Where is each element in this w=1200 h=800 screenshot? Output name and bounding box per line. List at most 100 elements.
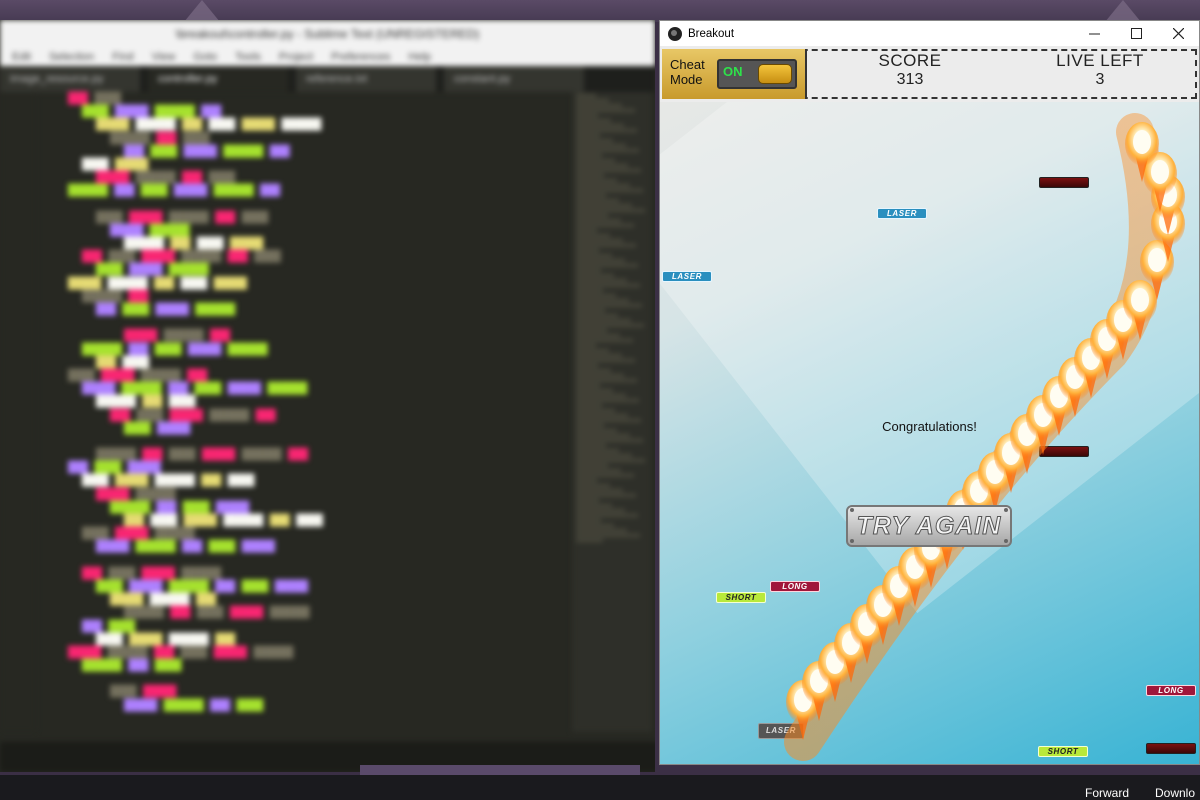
- maximize-icon: [1130, 28, 1142, 39]
- editor-menu[interactable]: Edit Selection Find View Goto Tools Proj…: [0, 48, 655, 66]
- minimap-line: [576, 314, 618, 317]
- breakout-window: Breakout Cheat Mode ON SCORE 313 LIVE LE…: [659, 20, 1200, 765]
- minimap-line: [576, 94, 596, 97]
- code-line: ███ ████ █████ ██████: [96, 303, 242, 316]
- minimap-line: [576, 399, 639, 402]
- minimize-icon: [1088, 33, 1100, 35]
- menu-item[interactable]: Edit: [12, 51, 31, 63]
- minimap-line: [576, 289, 603, 292]
- forward-link[interactable]: Forward: [1085, 786, 1129, 800]
- minimap-line: [576, 109, 635, 112]
- minimize-button[interactable]: [1073, 21, 1115, 46]
- minimap-line: [576, 389, 613, 392]
- minimap-line: [576, 379, 637, 382]
- cheat-mode-toggle[interactable]: ON: [717, 59, 797, 89]
- menu-item[interactable]: Find: [112, 51, 133, 63]
- minimap-line: [576, 154, 602, 157]
- score-value: 313: [896, 71, 924, 88]
- menu-item[interactable]: Help: [408, 51, 431, 63]
- menu-item[interactable]: View: [152, 51, 176, 63]
- code-line: ████ █████ ██████ ███: [68, 368, 214, 382]
- minimap-line: [576, 444, 606, 447]
- code-area[interactable]: ███ ████ ████ █████ ██████ ███ █████ ███…: [0, 92, 570, 732]
- menu-item[interactable]: Tools: [235, 51, 261, 63]
- minimap-line: [576, 359, 635, 362]
- button-bolt: [850, 539, 854, 543]
- editor-tab[interactable]: reference.txt: [296, 66, 436, 92]
- minimap-line: [576, 139, 613, 142]
- minimap-line: [576, 479, 597, 482]
- close-button[interactable]: [1157, 21, 1199, 46]
- menu-item[interactable]: Preferences: [331, 51, 390, 63]
- minimap-line: [576, 189, 643, 192]
- minimap-line: [576, 384, 600, 387]
- score-hud: Cheat Mode ON SCORE 313 LIVE LEFT 3: [660, 46, 1199, 102]
- code-line: ██████ ███ ████ █████ ██████: [124, 606, 317, 620]
- download-link[interactable]: Downlo: [1155, 786, 1195, 800]
- code-line: ██████ ███ ████ █████ ██████: [82, 342, 275, 356]
- editor-tabs: image_resource.py controller.py referenc…: [0, 66, 655, 92]
- code-line: █████ ██████ ███ ████ █████ ██████: [68, 645, 300, 659]
- minimap-line: [576, 209, 645, 212]
- code-line: █████ ██████ ███ ████: [124, 698, 270, 712]
- minimap-line: [576, 274, 614, 277]
- minimap-line: [576, 464, 608, 467]
- code-line: ██████ ███ ████ █████ ██████ ███: [96, 448, 315, 462]
- minimap-line: [576, 229, 597, 232]
- toggle-knob[interactable]: [758, 64, 792, 84]
- minimap-line: [576, 254, 612, 257]
- code-line: ██████ ███ ████: [82, 659, 188, 673]
- editor-tab[interactable]: constant.py: [444, 66, 584, 92]
- code-line: ███ ████: [68, 92, 128, 105]
- editor-tab[interactable]: image_resource.py: [0, 66, 140, 92]
- lives-label: LIVE LEFT: [1056, 51, 1144, 70]
- try-again-button[interactable]: TRY AGAIN: [846, 505, 1012, 547]
- wallpaper-decoration: [184, 0, 220, 22]
- minimap-line: [576, 524, 614, 527]
- code-line: █████ ██████ ███ ████ █████ ██████: [96, 118, 328, 132]
- window-titlebar[interactable]: Breakout: [660, 21, 1199, 46]
- minimap-line: [576, 294, 616, 297]
- maximize-button[interactable]: [1115, 21, 1157, 46]
- code-line: ██████ ███ ████ █████ ██████ ███: [68, 184, 287, 198]
- minimap-line: [576, 519, 601, 522]
- button-bolt: [1004, 539, 1008, 543]
- minimap-line: [576, 534, 640, 537]
- code-line: ███ ████: [82, 619, 142, 633]
- code-line: █████ ██████ ███: [124, 329, 237, 343]
- minimap-line: [576, 244, 636, 247]
- game-arena[interactable]: LASER LASER LONG LONG SHORT SHORT LASER: [660, 102, 1199, 764]
- code-line: ████ █████ ██████: [96, 263, 216, 277]
- minimap-line: [576, 484, 610, 487]
- minimap-line: [576, 499, 599, 502]
- code-line: ████ █████ ██████: [82, 527, 202, 541]
- menu-item[interactable]: Goto: [193, 51, 217, 63]
- minimap-line: [576, 124, 624, 127]
- minimap-line: [576, 199, 619, 202]
- toggle-state: ON: [723, 64, 743, 79]
- code-line: █████ ██████: [96, 487, 183, 501]
- menu-item[interactable]: Project: [279, 51, 313, 63]
- editor-tab-active[interactable]: controller.py: [148, 66, 288, 92]
- code-line: █████ ██████ ███ ████ █████: [96, 540, 282, 554]
- breakout-ball-icon: [668, 26, 682, 41]
- menu-item[interactable]: Selection: [49, 51, 94, 63]
- minimap-line: [576, 119, 611, 122]
- minimap-line: [576, 474, 634, 477]
- minimap-line: [576, 169, 641, 172]
- button-bolt: [850, 508, 854, 512]
- code-editor-window[interactable]: \breakout\controller.py - Sublime Text (…: [0, 20, 655, 772]
- code-line: ████ █████: [82, 157, 155, 171]
- minimap-line: [576, 329, 607, 332]
- minimap-line: [576, 179, 617, 182]
- minimap-line: [576, 184, 630, 187]
- code-line: ███ ████ █████: [68, 461, 168, 475]
- minimap-line: [576, 134, 600, 137]
- minimap[interactable]: [572, 92, 652, 732]
- code-line: █████ ██████: [110, 223, 197, 237]
